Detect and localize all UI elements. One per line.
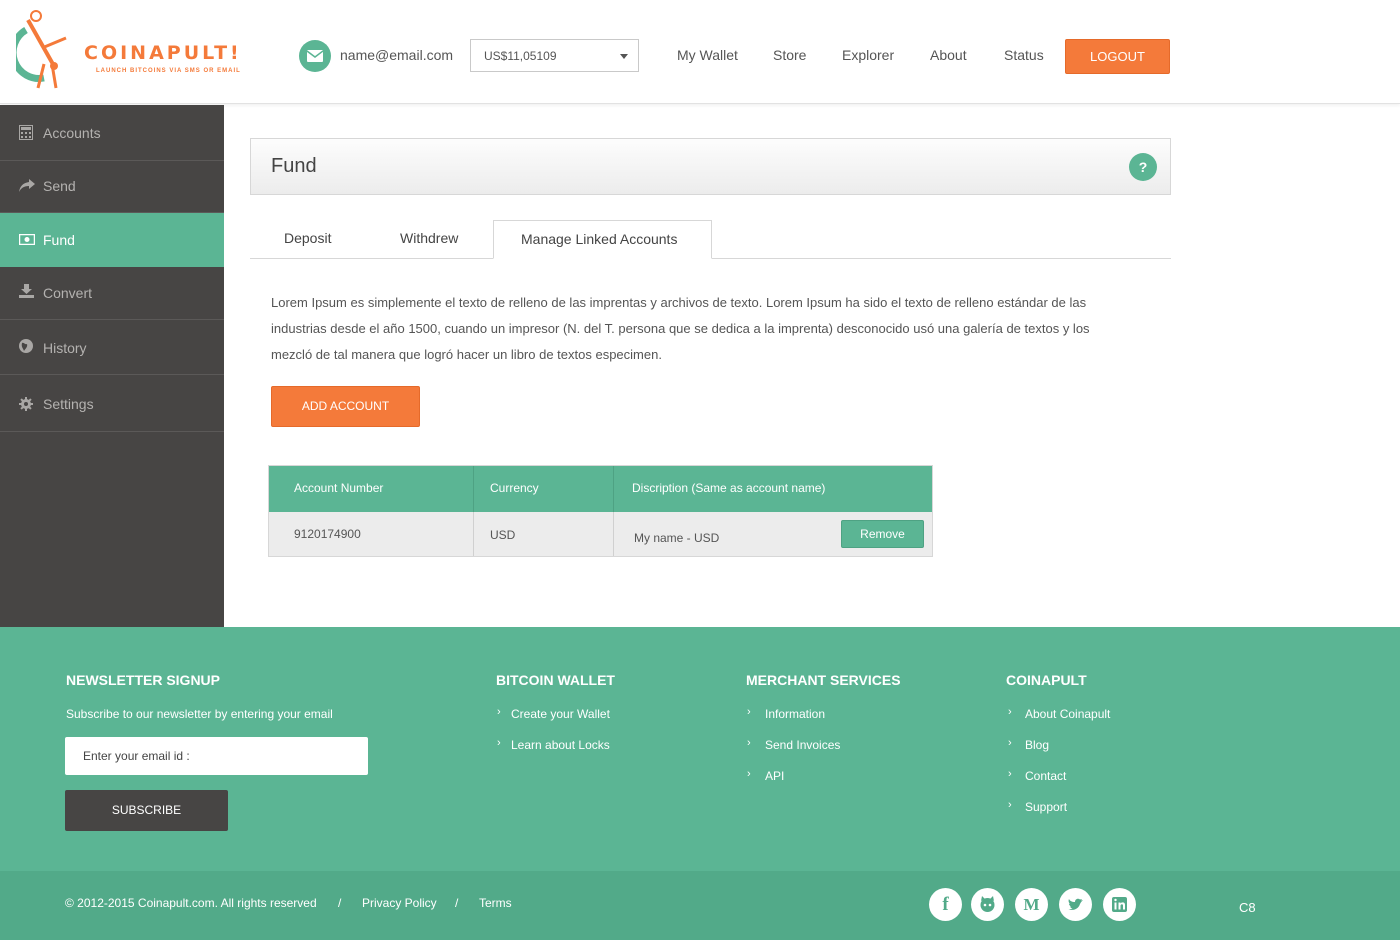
chevron-right-icon: ›: [747, 737, 751, 749]
chevron-right-icon: ›: [1008, 706, 1012, 718]
description-text: Lorem Ipsum es simplemente el texto de r…: [271, 295, 1090, 362]
corner-text: C8: [1239, 900, 1256, 915]
balance-value: US$11,05109: [484, 49, 557, 63]
twitter-icon[interactable]: [1059, 888, 1092, 921]
footer-link-contact[interactable]: Contact: [1025, 769, 1066, 783]
money-icon: [19, 234, 35, 245]
footer-link-learn-locks[interactable]: Learn about Locks: [511, 738, 610, 752]
separator: /: [455, 896, 459, 910]
share-arrow-icon: [19, 179, 35, 192]
sidebar-item-label: Accounts: [43, 125, 101, 141]
column-divider: [473, 512, 474, 556]
separator: /: [338, 896, 342, 910]
footer-link-support[interactable]: Support: [1025, 800, 1067, 814]
logout-button[interactable]: LOGOUT: [1065, 39, 1170, 74]
newsletter-heading: NEWSLETTER SIGNUP: [66, 672, 221, 688]
table-row: 9120174900 USD My name - USD Remove: [269, 512, 932, 556]
footer-link-send-invoices[interactable]: Send Invoices: [765, 738, 840, 752]
email-icon: [299, 40, 331, 72]
sidebar: Accounts Send Fund Convert History Setti…: [0, 105, 224, 627]
tab-manage-linked-accounts[interactable]: Manage Linked Accounts: [493, 220, 712, 259]
chevron-right-icon: ›: [1008, 737, 1012, 749]
chevron-down-icon: [620, 54, 628, 59]
sidebar-item-accounts[interactable]: Accounts: [0, 105, 224, 161]
table-header: Account Number Currency Discription (Sam…: [269, 466, 932, 512]
bitcoin-wallet-heading: BITCOIN WALLET: [496, 672, 615, 688]
privacy-policy-link[interactable]: Privacy Policy: [362, 896, 437, 910]
sidebar-item-convert[interactable]: Convert: [0, 267, 224, 320]
nav-explorer[interactable]: Explorer: [842, 47, 894, 63]
sidebar-item-fund[interactable]: Fund: [0, 213, 224, 267]
logo-name: COINAPULT!: [84, 42, 242, 64]
linked-accounts-table: Account Number Currency Discription (Sam…: [268, 465, 933, 557]
column-divider: [613, 466, 614, 512]
medium-icon[interactable]: M: [1015, 888, 1048, 921]
copyright-text: © 2012-2015 Coinapult.com. All rights re…: [65, 896, 317, 910]
logo-tagline: LAUNCH BITCOINS VIA SMS OR EMAIL: [96, 68, 241, 74]
chevron-right-icon: ›: [747, 706, 751, 718]
linkedin-icon[interactable]: [1103, 888, 1136, 921]
newsletter-email-input[interactable]: [65, 737, 368, 775]
header-currency: Currency: [490, 481, 539, 495]
nav-my-wallet[interactable]: My Wallet: [677, 47, 738, 63]
footer-link-blog[interactable]: Blog: [1025, 738, 1049, 752]
catapult-icon: [16, 10, 67, 89]
gear-icon: [19, 397, 33, 411]
nav-about[interactable]: About: [930, 47, 967, 63]
remove-button[interactable]: Remove: [841, 520, 924, 548]
calculator-icon: [19, 125, 33, 140]
page-title: Fund: [271, 155, 317, 177]
chevron-right-icon: ›: [497, 706, 501, 718]
tab-label: Manage Linked Accounts: [521, 231, 678, 247]
github-icon[interactable]: [971, 888, 1004, 921]
footer-link-create-wallet[interactable]: Create your Wallet: [511, 707, 610, 721]
tab-deposit[interactable]: Deposit: [284, 230, 331, 246]
header-description: Discription (Same as account name): [632, 481, 826, 495]
column-divider: [613, 512, 614, 556]
cell-currency: USD: [490, 528, 516, 542]
cell-account-number: 9120174900: [294, 527, 361, 541]
footer: NEWSLETTER SIGNUP Subscribe to our newsl…: [0, 627, 1400, 871]
sidebar-item-send[interactable]: Send: [0, 161, 224, 213]
terms-link[interactable]: Terms: [479, 896, 512, 910]
top-header: COINAPULT! LAUNCH BITCOINS VIA SMS OR EM…: [0, 0, 1400, 104]
header-account-number: Account Number: [294, 481, 384, 495]
footer-link-about[interactable]: About Coinapult: [1025, 707, 1110, 721]
tab-withdrew[interactable]: Withdrew: [400, 230, 458, 246]
chevron-right-icon: ›: [1008, 799, 1012, 811]
merchant-services-heading: MERCHANT SERVICES: [746, 672, 901, 688]
download-icon: [19, 284, 34, 298]
chevron-right-icon: ›: [1008, 768, 1012, 780]
bottom-bar: © 2012-2015 Coinapult.com. All rights re…: [0, 871, 1400, 940]
user-email: name@email.com: [340, 47, 454, 63]
sidebar-item-settings[interactable]: Settings: [0, 375, 224, 432]
balance-dropdown[interactable]: US$11,05109: [470, 39, 639, 72]
coinapult-logo[interactable]: COINAPULT! LAUNCH BITCOINS VIA SMS OR EM…: [16, 8, 246, 92]
chevron-right-icon: ›: [497, 737, 501, 749]
add-account-button[interactable]: ADD ACCOUNT: [271, 386, 420, 427]
coinapult-heading: COINAPULT: [1006, 672, 1087, 688]
globe-icon: [19, 339, 33, 353]
nav-store[interactable]: Store: [773, 47, 806, 63]
chevron-right-icon: ›: [747, 768, 751, 780]
newsletter-text: Subscribe to our newsletter by entering …: [66, 707, 333, 721]
page-title-panel: Fund ?: [250, 138, 1171, 195]
cell-description: My name - USD: [634, 531, 720, 545]
footer-link-api[interactable]: API: [765, 769, 784, 783]
nav-status[interactable]: Status: [1004, 47, 1044, 63]
footer-link-information[interactable]: Information: [765, 707, 825, 721]
sidebar-item-label: Send: [43, 178, 76, 194]
sidebar-item-label: Convert: [43, 285, 93, 301]
sidebar-item-label: Settings: [43, 396, 94, 412]
sidebar-item-history[interactable]: History: [0, 320, 224, 375]
facebook-icon[interactable]: f: [929, 888, 962, 921]
sidebar-item-label: Fund: [43, 232, 75, 248]
subscribe-button[interactable]: SUBSCRIBE: [65, 790, 228, 831]
help-button[interactable]: ?: [1129, 153, 1157, 181]
sidebar-item-label: History: [43, 340, 87, 356]
column-divider: [473, 466, 474, 512]
